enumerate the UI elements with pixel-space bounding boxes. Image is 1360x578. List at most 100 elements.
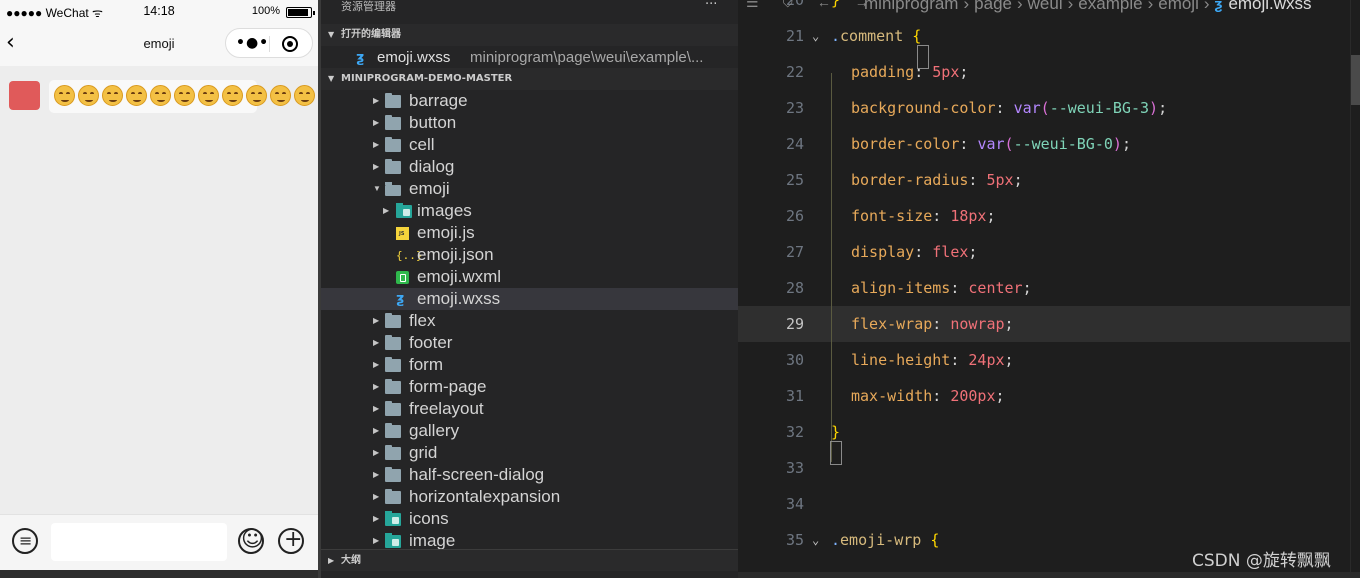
code-line[interactable]: 30 line-height: 24px; xyxy=(738,342,1350,378)
tree-item-emoji-wxml[interactable]: emoji.wxml xyxy=(321,266,738,288)
image-folder-icon xyxy=(396,203,412,218)
plus-icon[interactable] xyxy=(278,527,304,554)
tree-item-freelayout[interactable]: ▶ freelayout xyxy=(321,398,738,420)
code-text: display: flex; xyxy=(851,234,977,270)
css-property: line-height xyxy=(851,351,951,369)
chevron-right-icon[interactable]: ▶ xyxy=(373,486,379,508)
tree-item-label: gallery xyxy=(409,421,460,440)
tree-item-flex[interactable]: ▶ flex xyxy=(321,310,738,332)
message-input[interactable] xyxy=(51,523,227,561)
breadcrumb-segment[interactable]: example xyxy=(1078,0,1142,13)
tree-item-label: flex xyxy=(409,311,436,330)
tree-item-form-page[interactable]: ▶ form-page xyxy=(321,376,738,398)
code-line[interactable]: 24 border-color: var(--weui-BG-0); xyxy=(738,126,1350,162)
line-number: 24 xyxy=(785,135,804,153)
breadcrumb-file[interactable]: emoji.wxss xyxy=(1228,0,1311,13)
breadcrumb-segment[interactable]: weui xyxy=(1028,0,1063,13)
code-line[interactable]: 34 xyxy=(738,486,1350,522)
input-bar xyxy=(0,514,318,570)
chevron-right-icon[interactable]: ▶ xyxy=(373,376,379,398)
css-file-icon: ƺ xyxy=(396,291,405,307)
indent-guide xyxy=(831,73,832,462)
tree-item-gallery[interactable]: ▶ gallery xyxy=(321,420,738,442)
chevron-right-icon[interactable]: ▶ xyxy=(373,90,379,112)
more-icon[interactable]: •●• xyxy=(236,35,269,51)
chevron-right-icon[interactable]: ▶ xyxy=(373,310,379,332)
chevron-right-icon[interactable]: ▶ xyxy=(373,156,379,178)
tree-item-dialog[interactable]: ▶ dialog xyxy=(321,156,738,178)
code-line[interactable]: 27 display: flex; xyxy=(738,234,1350,270)
open-editors-header[interactable]: ▼ 打开的编辑器 xyxy=(321,24,738,46)
more-actions-icon[interactable]: ··· xyxy=(705,0,717,12)
fold-chevron-icon: ⌄ xyxy=(812,29,820,43)
tree-item-emoji-json[interactable]: {..} emoji.json xyxy=(321,244,738,266)
colon: : xyxy=(995,99,1014,117)
image-folder-icon xyxy=(385,533,401,548)
semicolon: ; xyxy=(968,243,978,261)
code-line[interactable]: 25 border-radius: 5px; xyxy=(738,162,1350,198)
tree-item-label: form xyxy=(409,355,443,374)
tree-item-icons[interactable]: ▶ icons xyxy=(321,508,738,530)
status-bar: ●●●●● WeChat ᯤ 14:18 100% xyxy=(0,0,318,22)
breadcrumb-separator-icon: › xyxy=(1147,0,1154,13)
tree-item-grid[interactable]: ▶ grid xyxy=(321,442,738,464)
close-mini-program-icon[interactable] xyxy=(282,36,298,52)
explorer-title: 资源管理器 xyxy=(341,0,396,13)
folder-icon xyxy=(385,313,401,328)
tree-item-cell[interactable]: ▶ cell xyxy=(321,134,738,156)
css-value: 5px xyxy=(932,63,960,81)
open-editor-item[interactable]: ƺ emoji.wxss miniprogram\page\weui\examp… xyxy=(321,47,738,69)
tree-item-emoji-js[interactable]: emoji.js xyxy=(321,222,738,244)
tree-item-emoji-wxss[interactable]: ƺ emoji.wxss xyxy=(321,288,738,310)
css-variable: --weui-BG-0 xyxy=(1013,135,1113,153)
bracket-match-close xyxy=(830,441,842,465)
breadcrumb-segment[interactable]: page xyxy=(974,0,1012,13)
project-header[interactable]: ▼ MINIPROGRAM-DEMO-MASTER xyxy=(321,68,738,90)
outline-label: 大纲 xyxy=(341,555,361,566)
chevron-right-icon[interactable]: ▶ xyxy=(373,112,379,134)
editor-toolbar-icons[interactable]: ☰ ⛉ ← → xyxy=(746,0,879,11)
folder-icon xyxy=(385,159,401,174)
tree-item-button[interactable]: ▶ button xyxy=(321,112,738,134)
code-line[interactable]: 26 font-size: 18px; xyxy=(738,198,1350,234)
chevron-right-icon[interactable]: ▶ xyxy=(373,332,379,354)
folder-open-icon xyxy=(385,182,401,196)
tree-item-form[interactable]: ▶ form xyxy=(321,354,738,376)
tree-item-images[interactable]: ▶ images xyxy=(321,200,738,222)
chevron-right-icon[interactable]: ▶ xyxy=(373,398,379,420)
list-icon[interactable] xyxy=(12,528,38,554)
scrollbar-thumb[interactable] xyxy=(1351,55,1360,105)
code-line[interactable]: 23 background-color: var(--weui-BG-3); xyxy=(738,90,1350,126)
code-line[interactable]: 31 max-width: 200px; xyxy=(738,378,1350,414)
line-number: 25 xyxy=(785,171,804,189)
chevron-right-icon[interactable]: ▶ xyxy=(373,354,379,376)
code-editor[interactable]: 20} 21 ⌄ .comment {22 padding: 5px; 23 backgro… xyxy=(738,0,1360,578)
chevron-right-icon[interactable]: ▶ xyxy=(373,134,379,156)
breadcrumb-segment[interactable]: emoji xyxy=(1158,0,1199,13)
chevron-down-icon[interactable]: ▼ xyxy=(373,178,381,200)
tree-item-barrage[interactable]: ▶ barrage xyxy=(321,90,738,112)
tree-item-emoji[interactable]: ▼ emoji xyxy=(321,178,738,200)
breadcrumb-segment[interactable]: miniprogram xyxy=(864,0,958,13)
chevron-right-icon[interactable]: ▶ xyxy=(383,200,389,222)
tree-item-half-screen-dialog[interactable]: ▶ half-screen-dialog xyxy=(321,464,738,486)
folder-icon xyxy=(385,489,401,504)
code-line[interactable]: 21 ⌄ .comment { xyxy=(738,18,1350,54)
selector-dot: . xyxy=(831,531,841,549)
outline-header[interactable]: ▶ 大纲 xyxy=(321,549,738,571)
chevron-right-icon[interactable]: ▶ xyxy=(373,420,379,442)
tree-item-image[interactable]: ▶ image xyxy=(321,530,738,549)
code-line[interactable]: 29 flex-wrap: nowrap; xyxy=(738,306,1350,342)
css-file-icon: ƺ xyxy=(356,50,365,66)
code-line[interactable]: 22 padding: 5px; xyxy=(738,54,1350,90)
chevron-right-icon[interactable]: ▶ xyxy=(373,530,379,549)
chevron-right-icon[interactable]: ▶ xyxy=(373,508,379,530)
tree-item-horizontalexpansion[interactable]: ▶ horizontalexpansion xyxy=(321,486,738,508)
code-text: line-height: 24px; xyxy=(851,342,1014,378)
tree-item-footer[interactable]: ▶ footer xyxy=(321,332,738,354)
code-line[interactable]: 28 align-items: center; xyxy=(738,270,1350,306)
chevron-right-icon[interactable]: ▶ xyxy=(373,464,379,486)
emoji-button-icon[interactable] xyxy=(238,527,264,554)
chevron-right-icon[interactable]: ▶ xyxy=(373,442,379,464)
